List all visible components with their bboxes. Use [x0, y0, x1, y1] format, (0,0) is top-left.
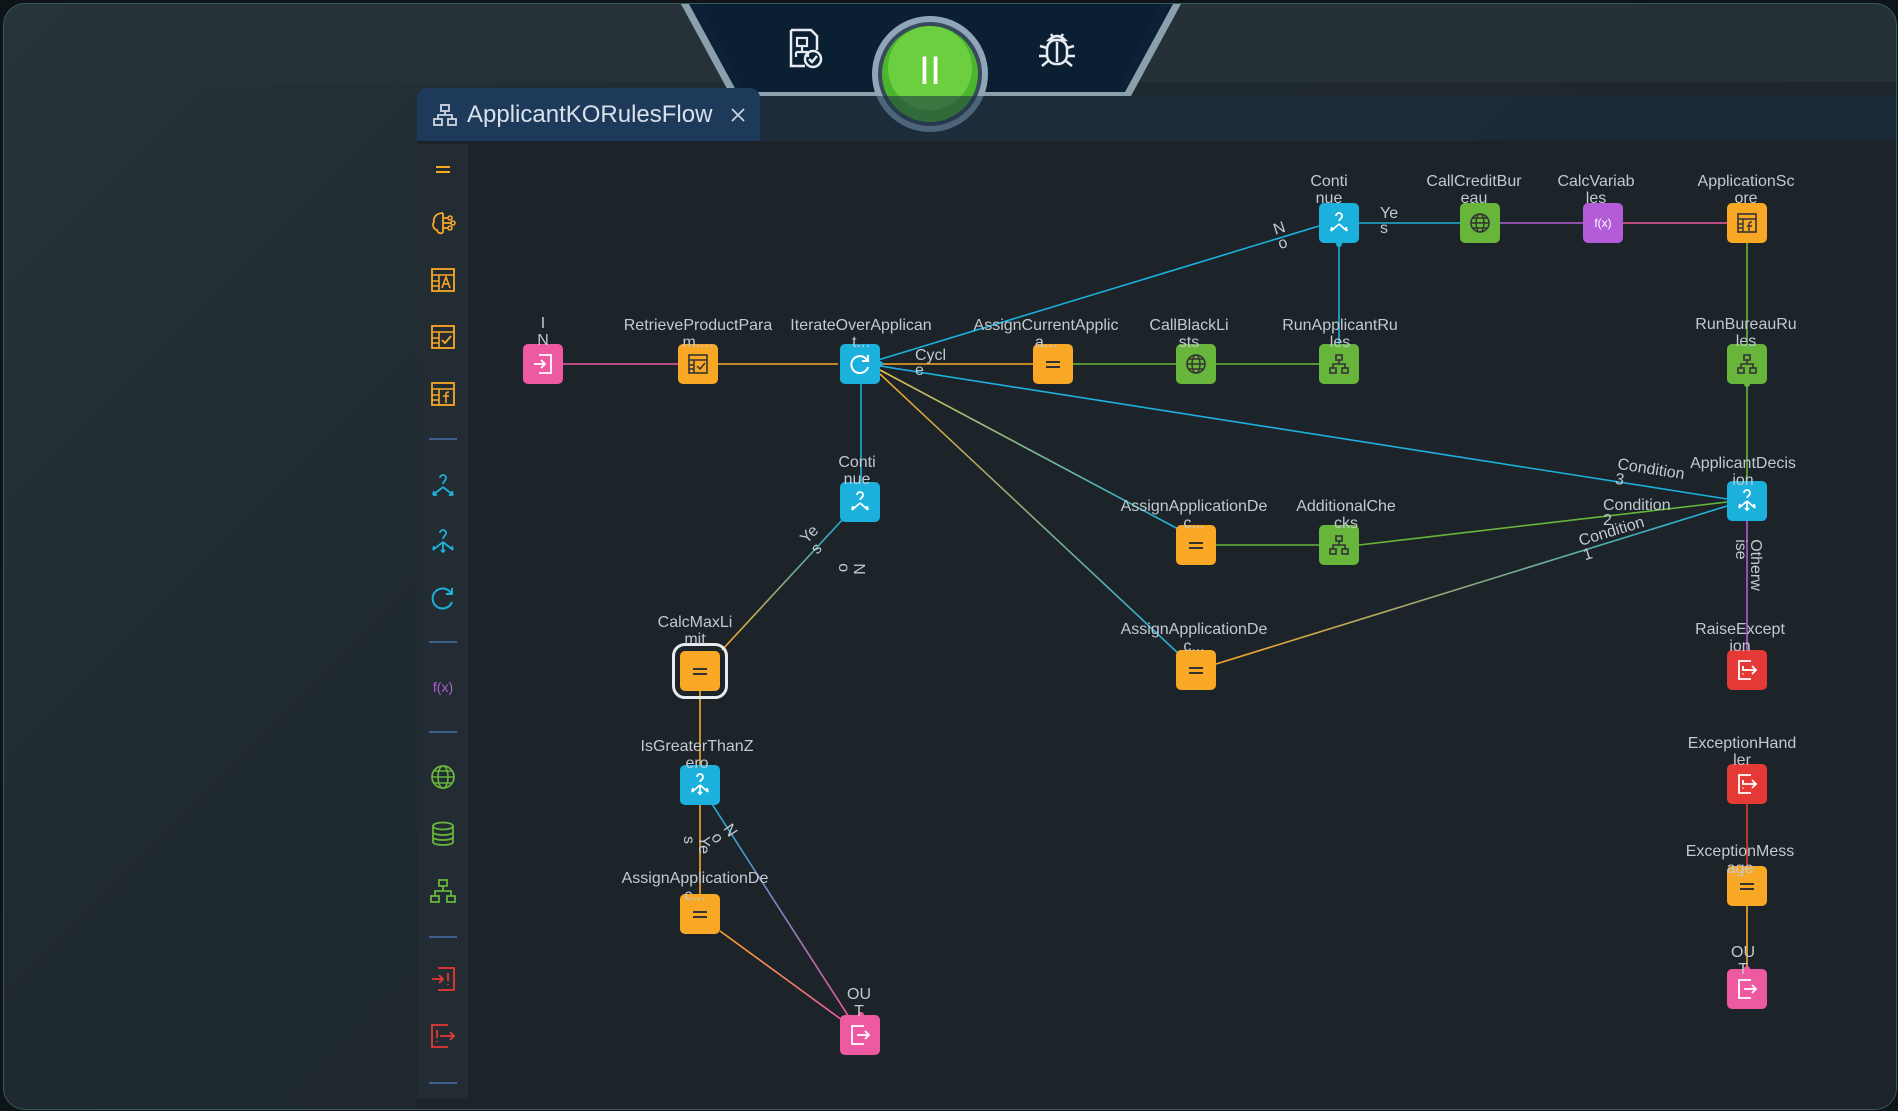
flow-edges — [561, 222, 1750, 1021]
label-call-black-lists: CallBlackLi sts — [1149, 317, 1229, 351]
subflow-icon — [1329, 354, 1349, 374]
node-call-credit-bureau[interactable] — [1460, 203, 1500, 243]
label-application-score: ApplicationSc ore — [1697, 173, 1795, 207]
edge-label-otherwise: Otherw ise — [1731, 539, 1764, 591]
label-assign-application-decision-2: AssignApplicationDe c... — [1120, 621, 1268, 655]
edge-label-cycle: Cycl e — [915, 347, 947, 379]
edge-label-yes-low: Ye s — [680, 835, 713, 855]
label-assign-application-decision-3: AssignApplicationDe c... — [621, 870, 769, 904]
input-icon — [534, 354, 552, 374]
node-calc-max-limit[interactable] — [672, 643, 728, 699]
assignment-icon — [693, 668, 707, 675]
node-continue-mid[interactable] — [840, 482, 880, 522]
edge-label-yes-top: Ye s — [1380, 205, 1399, 237]
multi-decision-icon — [1738, 489, 1756, 512]
scorecard-icon — [1737, 213, 1757, 233]
label-additional-checks: AdditionalChe cks — [1296, 498, 1396, 532]
assignment-icon — [1740, 883, 1754, 890]
label-continue-mid: Conti nue — [838, 454, 876, 488]
web-service-icon — [1470, 213, 1490, 233]
subflow-icon — [1737, 354, 1757, 374]
edge-label-no-mid: N o — [834, 563, 867, 575]
label-exception-message: ExceptionMess age — [1685, 843, 1795, 877]
label-calc-variables: CalcVariab les — [1557, 173, 1635, 207]
node-run-bureau-rules[interactable] — [1727, 344, 1767, 384]
label-retrieve-product-params: RetrieveProductPara m.... — [623, 317, 773, 351]
label-applicant-decision: ApplicantDecis ion — [1690, 455, 1796, 489]
function-icon: f(x) — [1594, 216, 1611, 230]
decision-icon — [851, 491, 869, 511]
label-run-bureau-rules: RunBureauRu les — [1695, 316, 1797, 350]
label-assign-current-applicant: AssignCurrentApplic a... — [973, 317, 1119, 351]
node-continue-top[interactable] — [1319, 203, 1359, 243]
label-calc-max-limit: CalcMaxLi mit — [657, 614, 733, 648]
label-continue-top: Conti nue — [1310, 173, 1348, 207]
loop-icon — [850, 355, 869, 375]
svg-text:f(x): f(x) — [1594, 216, 1611, 230]
multi-decision-icon — [691, 773, 709, 796]
node-exception-handler[interactable] — [1727, 764, 1767, 804]
label-is-greater-than-zero: IsGreaterThanZ ero — [640, 738, 754, 772]
label-iterate-over-applicants: IterateOverApplican t... — [790, 317, 932, 351]
subflow-icon — [1329, 535, 1349, 555]
label-out-right: OU T — [1731, 944, 1755, 978]
assignment-icon — [1046, 361, 1060, 368]
web-service-icon — [1186, 354, 1206, 374]
node-out-bottom[interactable] — [840, 1015, 880, 1055]
decision-icon — [1330, 212, 1348, 232]
node-application-score[interactable] — [1727, 203, 1767, 243]
label-run-applicant-rules: RunApplicantRu les — [1282, 317, 1398, 351]
node-in[interactable] — [523, 344, 563, 384]
raise-exception-icon — [1738, 660, 1758, 680]
label-out-bottom: OU T — [847, 986, 871, 1020]
app-window: II ApplicantKORulesFlow f(x) I N Retriev… — [3, 3, 1897, 1110]
node-raise-exception[interactable] — [1727, 650, 1767, 690]
edge — [879, 365, 1728, 500]
exception-handler-icon — [1738, 774, 1758, 794]
output-icon — [851, 1025, 871, 1045]
checklist-icon — [688, 354, 708, 374]
label-exception-handler: ExceptionHand ler — [1687, 735, 1797, 769]
output-icon — [1738, 979, 1758, 999]
assignment-icon — [1189, 667, 1203, 674]
node-assign-application-decision-2[interactable] — [1176, 650, 1216, 690]
label-raise-exception: RaiseExcept ion — [1695, 621, 1785, 655]
node-calc-variables[interactable]: f(x) — [1583, 203, 1623, 243]
label-in: I N — [537, 315, 549, 349]
assignment-icon — [693, 911, 707, 918]
assignment-icon — [1189, 542, 1203, 549]
label-assign-application-decision-1: AssignApplicationDe c... — [1120, 498, 1268, 532]
